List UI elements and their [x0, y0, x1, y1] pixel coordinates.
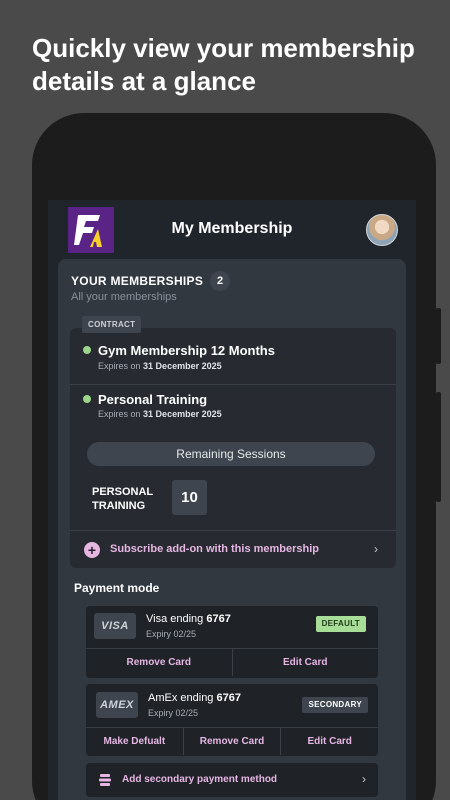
membership-card: Gym Membership 12 Months Expires on 31 D… [70, 328, 396, 568]
card-actions: Remove Card Edit Card [86, 648, 378, 676]
edit-card-button[interactable]: Edit Card [280, 728, 378, 755]
active-status-dot [83, 395, 91, 403]
phone-side-button [436, 392, 441, 502]
payment-card-amex: AMEX AmEx ending 6767 Expiry 02/25 SECON… [86, 684, 378, 756]
memberships-count-badge: 2 [210, 271, 230, 291]
chevron-right-icon: › [362, 772, 366, 786]
sessions-type-label: PERSONAL TRAINING [92, 486, 154, 512]
secondary-badge: SECONDARY [302, 697, 368, 713]
card-expiry: Expiry 02/25 [146, 629, 197, 639]
card-expiry: Expiry 02/25 [148, 708, 199, 718]
card-name: Visa ending 6767 [146, 613, 231, 625]
payment-card-visa: VISA Visa ending 6767 Expiry 02/25 DEFAU… [86, 606, 378, 678]
membership-name: Gym Membership 12 Months [98, 343, 275, 358]
card-name: AmEx ending 6767 [148, 692, 241, 704]
edit-card-button[interactable]: Edit Card [231, 649, 379, 676]
app-bar: My Membership [48, 200, 416, 258]
payment-mode-title: Payment mode [74, 581, 160, 595]
membership-expiry: Expires on 31 December 2025 [98, 361, 222, 371]
card-actions: Make Defualt Remove Card Edit Card [86, 727, 378, 755]
active-status-dot [83, 346, 91, 354]
membership-expiry: Expires on 31 December 2025 [98, 409, 222, 419]
chevron-right-icon: › [374, 542, 378, 556]
contract-tag: CONTRACT [82, 316, 142, 333]
headline: Quickly view your membership details at … [32, 33, 415, 96]
add-secondary-payment-label: Add secondary payment method [122, 774, 278, 785]
avatar[interactable] [366, 214, 398, 246]
stack-card-icon [99, 774, 111, 786]
subscribe-addon-label: Subscribe add-on with this membership [110, 543, 320, 555]
plus-circle-icon: + [84, 542, 100, 558]
visa-logo-icon: VISA [94, 613, 136, 639]
remaining-sessions-pill: Remaining Sessions [87, 442, 375, 466]
make-default-button[interactable]: Make Defualt [86, 728, 183, 755]
page-title: My Membership [171, 220, 293, 237]
memberships-subtitle: All your memberships [71, 291, 177, 303]
remove-card-button[interactable]: Remove Card [182, 728, 281, 755]
add-secondary-payment-button[interactable]: Add secondary payment method › [86, 763, 378, 797]
memberships-section-title: YOUR MEMBERSHIPS [71, 274, 204, 288]
subscribe-addon-button[interactable]: + Subscribe add-on with this membership … [70, 530, 396, 568]
default-badge: DEFAULT [315, 616, 366, 632]
membership-item[interactable]: Personal Training Expires on 31 December… [70, 385, 396, 435]
amex-logo-icon: AMEX [96, 692, 138, 718]
sessions-count: 10 [172, 480, 207, 515]
remove-card-button[interactable]: Remove Card [86, 649, 232, 676]
membership-name: Personal Training [98, 392, 208, 407]
membership-item[interactable]: Gym Membership 12 Months Expires on 31 D… [70, 328, 396, 384]
phone-side-button [436, 308, 441, 364]
app-screen: My Membership YOUR MEMBERSHIPS 2 All you… [48, 200, 416, 800]
